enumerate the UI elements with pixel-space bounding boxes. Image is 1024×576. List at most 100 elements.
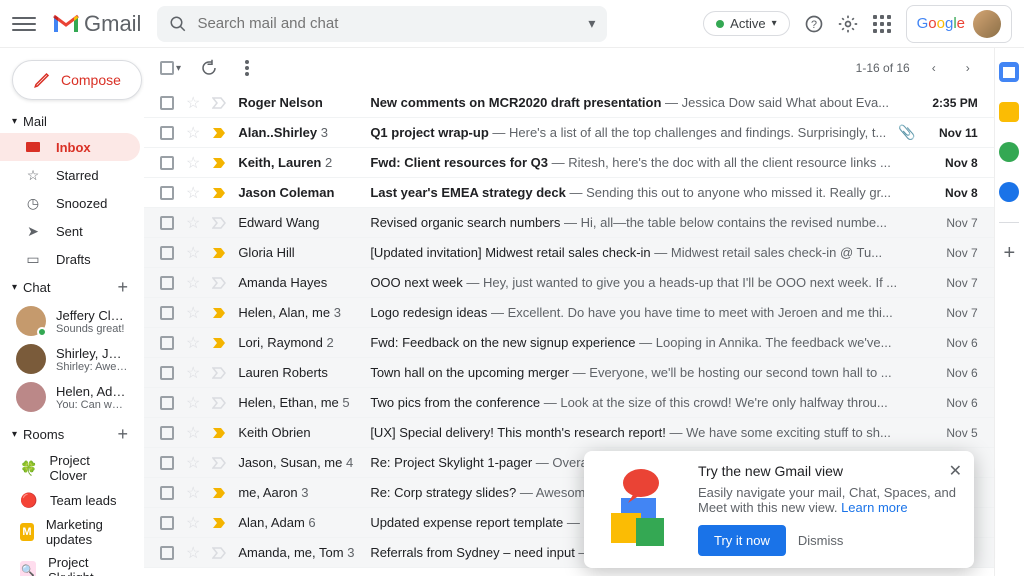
nav-drafts[interactable]: ▭Drafts <box>0 245 140 273</box>
nav-inbox[interactable]: Inbox <box>0 133 140 161</box>
important-icon[interactable] <box>212 97 226 109</box>
important-icon[interactable] <box>212 307 226 319</box>
row-checkbox[interactable] <box>160 456 174 470</box>
apps-icon[interactable] <box>872 14 892 34</box>
row-checkbox[interactable] <box>160 306 174 320</box>
room-item[interactable]: MMarketing updates <box>0 513 140 551</box>
important-icon[interactable] <box>212 397 226 409</box>
try-it-button[interactable]: Try it now <box>698 525 786 556</box>
row-checkbox[interactable] <box>160 516 174 530</box>
important-icon[interactable] <box>212 157 226 169</box>
nav-sent[interactable]: ➤Sent <box>0 217 140 245</box>
select-all-checkbox[interactable]: ▾ <box>160 61 181 75</box>
search-bar[interactable]: ▾ <box>157 6 607 42</box>
row-checkbox[interactable] <box>160 126 174 140</box>
room-item[interactable]: 🍀Project Clover <box>0 449 140 487</box>
refresh-icon[interactable] <box>199 58 219 78</box>
star-icon[interactable]: ☆ <box>186 363 200 383</box>
row-checkbox[interactable] <box>160 546 174 560</box>
search-input[interactable] <box>197 15 578 32</box>
star-icon[interactable]: ☆ <box>186 453 200 473</box>
important-icon[interactable] <box>212 127 226 139</box>
calendar-icon[interactable] <box>999 62 1019 82</box>
email-row[interactable]: ☆Gloria Hill[Updated invitation] Midwest… <box>144 238 994 268</box>
settings-icon[interactable] <box>838 14 858 34</box>
help-icon[interactable]: ? <box>804 14 824 34</box>
contacts-icon[interactable] <box>999 182 1019 202</box>
row-checkbox[interactable] <box>160 276 174 290</box>
star-icon[interactable]: ☆ <box>186 303 200 323</box>
important-icon[interactable] <box>212 367 226 379</box>
star-icon[interactable]: ☆ <box>186 393 200 413</box>
star-icon[interactable]: ☆ <box>186 183 200 203</box>
row-checkbox[interactable] <box>160 246 174 260</box>
more-icon[interactable] <box>237 58 257 78</box>
learn-more-link[interactable]: Learn more <box>841 500 907 515</box>
row-checkbox[interactable] <box>160 426 174 440</box>
compose-button[interactable]: Compose <box>12 60 142 100</box>
star-icon[interactable]: ☆ <box>186 423 200 443</box>
important-icon[interactable] <box>212 547 226 559</box>
email-row[interactable]: ☆Alan..Shirley 3Q1 project wrap-up — Her… <box>144 118 994 148</box>
section-rooms[interactable]: ▾Rooms+ <box>0 420 140 449</box>
row-checkbox[interactable] <box>160 486 174 500</box>
email-row[interactable]: ☆Keith Obrien[UX] Special delivery! This… <box>144 418 994 448</box>
avatar[interactable] <box>973 10 1001 38</box>
star-icon[interactable]: ☆ <box>186 273 200 293</box>
star-icon[interactable]: ☆ <box>186 153 200 173</box>
star-icon[interactable]: ☆ <box>186 243 200 263</box>
account-switcher[interactable]: Google <box>906 5 1012 43</box>
email-row[interactable]: ☆Lori, Raymond 2Fwd: Feedback on the new… <box>144 328 994 358</box>
room-item[interactable]: 🔴Team leads <box>0 487 140 513</box>
row-checkbox[interactable] <box>160 216 174 230</box>
tasks-icon[interactable] <box>999 142 1019 162</box>
section-mail[interactable]: ▾Mail <box>0 110 140 133</box>
star-icon[interactable]: ☆ <box>186 513 200 533</box>
room-item[interactable]: 🔍Project Skylight <box>0 551 140 576</box>
important-icon[interactable] <box>212 187 226 199</box>
chat-item[interactable]: Helen, Adam, GregoryYou: Can we reschedu… <box>0 378 140 416</box>
email-row[interactable]: ☆Jason ColemanLast year's EMEA strategy … <box>144 178 994 208</box>
section-chat[interactable]: ▾Chat+ <box>0 273 140 302</box>
email-row[interactable]: ☆Edward WangRevised organic search numbe… <box>144 208 994 238</box>
row-checkbox[interactable] <box>160 156 174 170</box>
next-page-icon[interactable]: › <box>958 58 978 78</box>
keep-icon[interactable] <box>999 102 1019 122</box>
dismiss-button[interactable]: Dismiss <box>798 533 844 548</box>
gmail-logo[interactable]: Gmail <box>52 11 141 37</box>
nav-snoozed[interactable]: ◷Snoozed <box>0 189 140 217</box>
important-icon[interactable] <box>212 427 226 439</box>
status-chip[interactable]: Active ▾ <box>703 11 789 36</box>
email-row[interactable]: ☆Roger NelsonNew comments on MCR2020 dra… <box>144 88 994 118</box>
important-icon[interactable] <box>212 457 226 469</box>
add-addon-icon[interactable]: + <box>999 243 1019 263</box>
row-checkbox[interactable] <box>160 186 174 200</box>
row-checkbox[interactable] <box>160 396 174 410</box>
important-icon[interactable] <box>212 247 226 259</box>
important-icon[interactable] <box>212 217 226 229</box>
row-checkbox[interactable] <box>160 96 174 110</box>
star-icon[interactable]: ☆ <box>186 213 200 233</box>
search-options-icon[interactable]: ▾ <box>588 15 595 32</box>
star-icon[interactable]: ☆ <box>186 543 200 563</box>
email-row[interactable]: ☆Keith, Lauren 2Fwd: Client resources fo… <box>144 148 994 178</box>
main-menu-button[interactable] <box>12 12 36 36</box>
important-icon[interactable] <box>212 487 226 499</box>
star-icon[interactable]: ☆ <box>186 123 200 143</box>
nav-starred[interactable]: ☆Starred <box>0 161 140 189</box>
row-checkbox[interactable] <box>160 366 174 380</box>
important-icon[interactable] <box>212 277 226 289</box>
email-row[interactable]: ☆Helen, Ethan, me 5Two pics from the con… <box>144 388 994 418</box>
star-icon[interactable]: ☆ <box>186 483 200 503</box>
email-row[interactable]: ☆Lauren RobertsTown hall on the upcoming… <box>144 358 994 388</box>
email-row[interactable]: ☆Amanda HayesOOO next week — Hey, just w… <box>144 268 994 298</box>
row-checkbox[interactable] <box>160 336 174 350</box>
add-room-icon[interactable]: + <box>117 424 128 445</box>
add-chat-icon[interactable]: + <box>117 277 128 298</box>
chat-item[interactable]: Shirley, JefferyShirley: Awesome, thanks… <box>0 340 140 378</box>
prev-page-icon[interactable]: ‹ <box>924 58 944 78</box>
star-icon[interactable]: ☆ <box>186 333 200 353</box>
important-icon[interactable] <box>212 517 226 529</box>
chat-item[interactable]: Jeffery ClarkSounds great! <box>0 302 140 340</box>
important-icon[interactable] <box>212 337 226 349</box>
